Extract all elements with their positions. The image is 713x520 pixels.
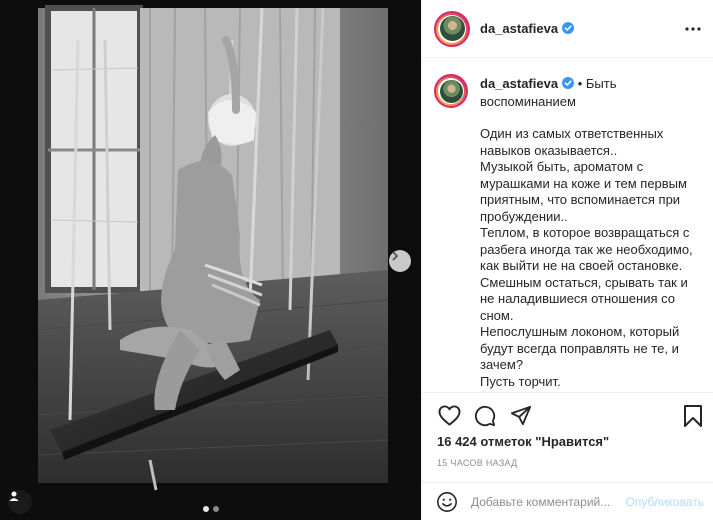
likes-count[interactable]: 16 424 отметок "Нравится"	[437, 434, 609, 449]
paper-plane-icon	[510, 405, 532, 425]
post-header: da_astafieva	[422, 0, 713, 58]
like-button[interactable]	[437, 404, 461, 428]
more-options-icon	[685, 27, 701, 31]
comment-button[interactable]	[473, 404, 497, 428]
caption-separator: •	[577, 76, 583, 91]
author-avatar[interactable]	[434, 10, 470, 47]
caption-author-avatar[interactable]	[434, 74, 468, 108]
author-username[interactable]: da_astafieva	[480, 21, 575, 36]
heart-icon	[438, 405, 460, 426]
post-side-panel: da_astafieva da_astafieva • Быть воспоми…	[421, 0, 713, 520]
caption-area: da_astafieva • Быть воспоминанием Один и…	[422, 58, 713, 392]
post-photo[interactable]	[0, 0, 421, 520]
carousel-dot-active	[202, 506, 209, 512]
smiley-icon[interactable]	[436, 491, 458, 513]
user-tag-icon	[9, 491, 19, 501]
carousel-dot	[212, 506, 219, 512]
post-timestamp[interactable]: 15 ЧАСОВ НАЗАД	[437, 458, 518, 468]
caption-text: Один из самых ответственных навыков оказ…	[480, 126, 700, 392]
share-button[interactable]	[509, 404, 533, 428]
comment-bubble-icon	[474, 405, 496, 426]
post-photo-image	[0, 0, 421, 520]
verified-badge-icon	[562, 77, 575, 89]
caption-username[interactable]: da_astafieva	[480, 76, 558, 91]
author-username-text[interactable]: da_astafieva	[480, 21, 558, 36]
caption-heading: da_astafieva • Быть воспоминанием	[480, 74, 680, 111]
comment-input[interactable]	[471, 494, 621, 509]
more-options-button[interactable]	[683, 19, 703, 39]
action-bar	[422, 392, 713, 438]
verified-badge-icon	[562, 22, 575, 34]
add-comment-bar: Опубликовать	[422, 482, 713, 520]
chevron-right-icon	[392, 251, 398, 261]
save-button[interactable]	[682, 404, 706, 428]
bookmark-icon	[684, 405, 702, 427]
next-photo-button[interactable]	[389, 250, 411, 272]
carousel-indicator	[0, 506, 421, 512]
publish-button[interactable]: Опубликовать	[626, 495, 704, 509]
